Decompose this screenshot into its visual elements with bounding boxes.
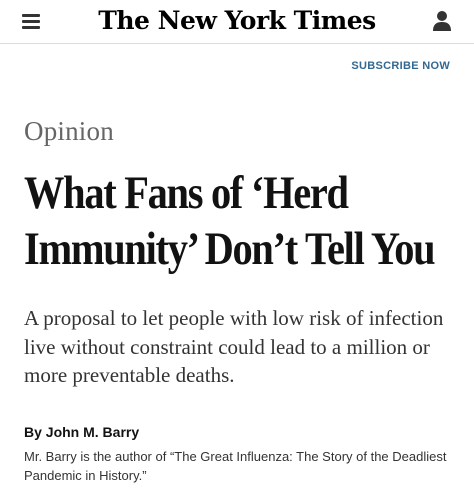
article-summary: A proposal to let people with low risk o… (24, 306, 444, 387)
user-account-icon[interactable] (432, 10, 452, 32)
user-silhouette-icon (433, 11, 451, 31)
article-headline: What Fans of ‘Herd Immunity’ Don’t Tell … (24, 167, 436, 275)
top-navigation-bar: The New York Times (0, 0, 474, 44)
nyt-masthead-logo[interactable]: The New York Times (0, 4, 474, 38)
article-byline[interactable]: By John M. Barry (24, 424, 139, 440)
section-label-opinion[interactable]: Opinion (24, 116, 114, 147)
author-bio: Mr. Barry is the author of “The Great In… (24, 449, 447, 483)
subscribe-now-link[interactable]: SUBSCRIBE NOW (351, 60, 450, 72)
